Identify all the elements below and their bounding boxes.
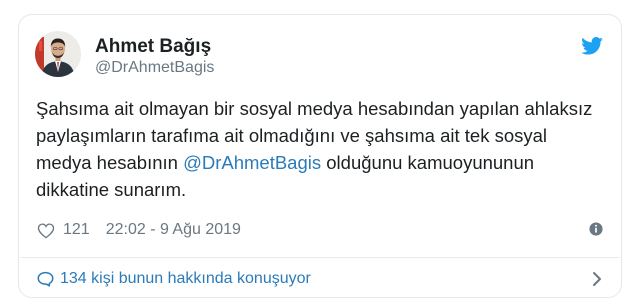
tweet-text: Şahsıma ait olmayan bir sosyal medya hes… [36, 95, 606, 203]
heart-icon[interactable] [37, 222, 55, 239]
author-name[interactable]: Ahmet Bağış [95, 36, 211, 58]
avatar[interactable] [35, 31, 81, 77]
timestamp[interactable]: 22:02 - 9 Ağu 2019 [106, 221, 241, 239]
twitter-bird-icon[interactable] [581, 37, 603, 55]
speech-bubble-icon [37, 271, 54, 287]
info-icon[interactable] [589, 222, 603, 236]
avatar-image [35, 31, 81, 77]
divider [20, 257, 620, 258]
conversation-link[interactable]: 134 kişi bunun hakkında konuşuyor [37, 268, 311, 290]
conversation-label[interactable]: 134 kişi bunun hakkında konuşuyor [60, 270, 311, 288]
chevron-right-icon[interactable] [591, 271, 603, 287]
mention-link[interactable]: @DrAhmetBagis [183, 152, 321, 173]
tweet-meta: 121 22:02 - 9 Ağu 2019 [37, 220, 241, 240]
author-handle[interactable]: @DrAhmetBagis [95, 59, 214, 77]
tweet-card[interactable]: Ahmet Bağış @DrAhmetBagis Şahsıma ait ol… [18, 14, 622, 298]
like-count[interactable]: 121 [63, 221, 90, 239]
